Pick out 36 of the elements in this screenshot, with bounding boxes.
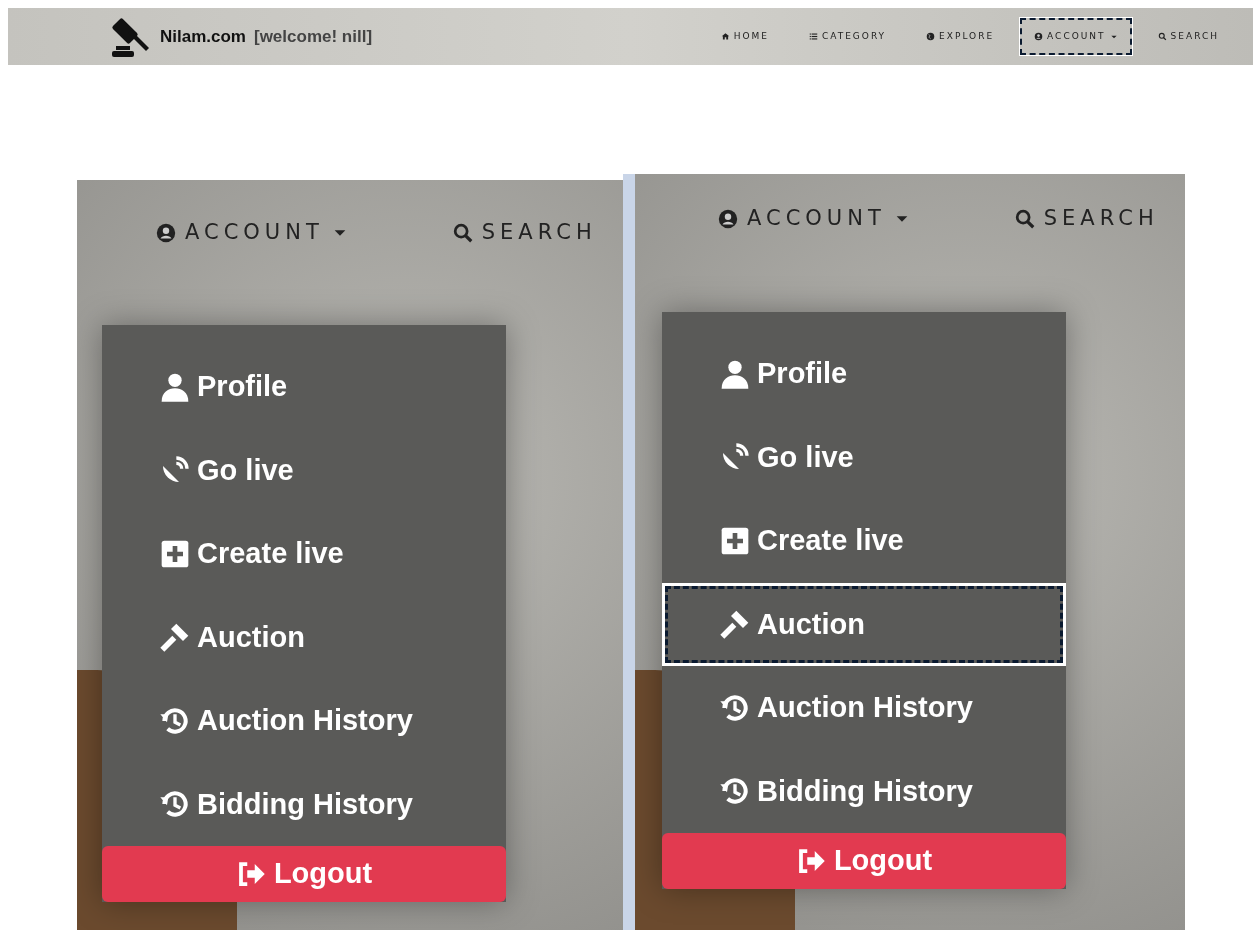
menu-item[interactable]: Bidding History [102,762,506,846]
globe-icon [926,32,936,41]
nav-link[interactable]: ACCOUNT [711,202,916,236]
user-icon [717,207,739,230]
nav-link[interactable]: CATEGORY [794,17,901,56]
menu-item[interactable]: Auction History [102,679,506,763]
menu-item[interactable]: Go live [662,415,1066,499]
menu-item[interactable]: Bidding History [662,749,1066,833]
search-icon [1157,32,1167,41]
menu-item[interactable]: Auction History [662,666,1066,750]
search-icon [1013,207,1036,230]
nav-link[interactable]: SEARCH [1007,202,1165,236]
nav-link[interactable]: HOME [706,17,783,56]
nav-link[interactable]: ACCOUNT [149,216,354,250]
logout-button[interactable]: Logout [662,833,1066,889]
welcome-text: [welcome! nill] [254,25,373,48]
menu-item[interactable]: Auction [662,582,1066,666]
menu-item[interactable]: Create live [102,512,506,596]
nav-link[interactable]: SEARCH [1143,17,1233,56]
nav-link[interactable]: SEARCH [445,216,603,250]
user-icon [1034,32,1044,41]
user-icon [155,221,177,244]
search-icon [451,221,474,244]
list-icon [808,32,818,41]
menu-item[interactable]: Profile [662,332,1066,416]
menu-item[interactable]: Profile [102,345,506,429]
site-brand[interactable]: Nilam.com [160,23,246,50]
logout-button[interactable]: Logout [102,846,506,902]
nav-link[interactable]: EXPLORE [912,17,1009,56]
menu-item[interactable]: Auction [102,595,506,679]
nav-link[interactable]: ACCOUNT [1020,17,1132,56]
home-icon [720,32,730,41]
menu-item[interactable]: Create live [662,499,1066,583]
gavel-icon [719,608,751,641]
gavel-icon [159,621,191,654]
menu-item[interactable]: Go live [102,428,506,512]
